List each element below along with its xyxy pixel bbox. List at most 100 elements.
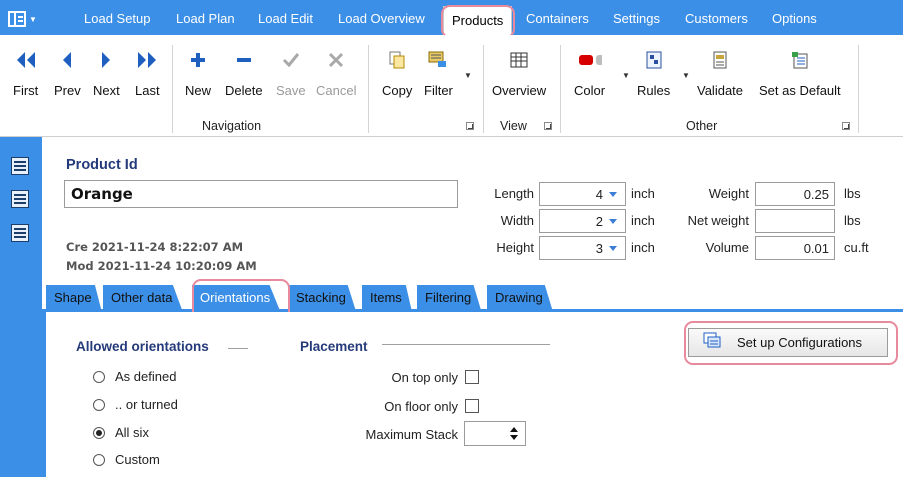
product-editor: Product Id Orange Cre 2021-11-24 8:22:07… (42, 137, 903, 477)
radio-all-six[interactable]: All six (93, 425, 149, 440)
radio-circle[interactable] (93, 370, 105, 383)
filter-icon (426, 48, 450, 72)
tab-options[interactable]: Options (772, 11, 817, 26)
net-weight-label: Net weight (687, 213, 749, 228)
radio-or-turned[interactable]: .. or turned (93, 397, 178, 412)
navigation-group-launcher[interactable] (466, 122, 474, 130)
radio-custom[interactable]: Custom (93, 452, 160, 467)
prev-label: Prev (54, 83, 81, 98)
filter-label: Filter (424, 83, 453, 98)
copy-icon (385, 48, 409, 72)
spin-down-icon[interactable] (510, 435, 518, 440)
radio-label: .. or turned (115, 397, 178, 412)
tab-load-edit[interactable]: Load Edit (258, 11, 313, 26)
radio-label: As defined (115, 369, 177, 384)
width-unit: inch (631, 213, 655, 228)
tab-customers[interactable]: Customers (685, 11, 748, 26)
view-group-label: View (500, 119, 527, 133)
filter-button[interactable]: Filter (424, 48, 453, 98)
on-floor-only-checkbox[interactable] (465, 399, 479, 413)
overview-label: Overview (492, 83, 547, 98)
net-weight-unit: lbs (844, 213, 861, 228)
set-as-default-label: Set as Default (759, 83, 841, 98)
chevron-down-icon[interactable] (609, 245, 617, 251)
validate-label: Validate (697, 83, 744, 98)
new-button[interactable]: New (185, 48, 211, 98)
on-top-only-checkbox[interactable] (465, 370, 479, 384)
chevron-down-icon[interactable] (609, 191, 617, 197)
overview-button[interactable]: Overview (492, 48, 546, 98)
ribbon-tab-bar: ▼ Load Setup Load Plan Load Edit Load Ov… (0, 0, 903, 35)
delete-button[interactable]: Delete (225, 48, 263, 98)
right-arrow-icon (94, 48, 118, 72)
tab-filtering[interactable]: Filtering (417, 285, 482, 311)
prev-button[interactable]: Prev (54, 48, 81, 98)
tab-products[interactable]: Products (443, 6, 513, 35)
other-group-launcher[interactable] (842, 122, 850, 130)
product-id-label: Product Id (66, 157, 138, 173)
length-field[interactable]: 4 (539, 182, 626, 206)
weight-field[interactable]: 0.25 (755, 182, 835, 206)
radio-circle-selected[interactable] (93, 426, 105, 439)
set-up-configurations-label: Set up Configurations (737, 335, 863, 350)
list-view-icon[interactable] (11, 190, 29, 208)
tab-load-overview[interactable]: Load Overview (338, 11, 425, 26)
radio-as-defined[interactable]: As defined (93, 369, 176, 384)
maximum-stack-stepper[interactable] (464, 421, 526, 446)
save-button[interactable]: Save (276, 48, 306, 98)
rules-button[interactable]: Rules (637, 48, 670, 98)
view-group-launcher[interactable] (544, 122, 552, 130)
height-field[interactable]: 3 (539, 236, 626, 260)
on-floor-only-label: On floor only (384, 399, 458, 414)
color-dropdown-icon[interactable]: ▼ (622, 71, 630, 80)
radio-circle[interactable] (93, 453, 105, 466)
tab-other-data[interactable]: Other data (103, 285, 183, 311)
product-id-input[interactable]: Orange (64, 180, 458, 208)
tab-load-plan[interactable]: Load Plan (176, 11, 235, 26)
copy-button[interactable]: Copy (382, 48, 412, 98)
length-unit: inch (631, 186, 655, 201)
tab-stacking[interactable]: Stacking (288, 285, 356, 311)
ribbon-separator (483, 45, 484, 133)
height-unit: inch (631, 240, 655, 255)
rules-dropdown-icon[interactable]: ▼ (682, 71, 690, 80)
tab-orientations[interactable]: Orientations (192, 285, 281, 311)
width-field[interactable]: 2 (539, 209, 626, 233)
delete-label: Delete (225, 83, 263, 98)
ribbon: First Prev Next Last New Delete Save Can… (0, 35, 903, 137)
left-arrow-icon (55, 48, 79, 72)
double-left-arrow-icon (14, 48, 38, 72)
cancel-button[interactable]: Cancel (316, 48, 356, 98)
validate-button[interactable]: Validate (697, 48, 743, 98)
tab-items[interactable]: Items (362, 285, 412, 311)
color-button[interactable]: Color (574, 48, 605, 98)
chevron-down-icon[interactable] (609, 218, 617, 224)
tab-containers[interactable]: Containers (526, 11, 589, 26)
volume-field[interactable]: 0.01 (755, 236, 835, 260)
allowed-orientations-divider (228, 348, 248, 349)
last-label: Last (135, 83, 160, 98)
first-button[interactable]: First (13, 48, 38, 98)
last-button[interactable]: Last (135, 48, 160, 98)
next-label: Next (93, 83, 120, 98)
checkmark-icon (279, 48, 303, 72)
image-view-icon[interactable] (11, 224, 29, 242)
set-as-default-button[interactable]: Set as Default (759, 48, 841, 98)
ribbon-separator (858, 45, 859, 133)
rules-label: Rules (637, 83, 671, 98)
copy-label: Copy (382, 83, 413, 98)
tab-drawing[interactable]: Drawing (487, 285, 553, 311)
tab-shape[interactable]: Shape (46, 285, 102, 311)
app-menu-button[interactable]: ▼ (8, 9, 48, 29)
radio-circle[interactable] (93, 398, 105, 411)
height-value: 3 (595, 240, 603, 256)
set-up-configurations-button[interactable]: Set up Configurations (688, 328, 888, 357)
tab-settings[interactable]: Settings (613, 11, 660, 26)
filter-dropdown-icon[interactable]: ▼ (464, 71, 472, 80)
spin-up-icon[interactable] (510, 427, 518, 432)
tab-load-setup[interactable]: Load Setup (84, 11, 151, 26)
allowed-orientations-header: Allowed orientations (76, 339, 209, 354)
net-weight-field[interactable] (755, 209, 835, 233)
next-button[interactable]: Next (93, 48, 120, 98)
tree-view-icon[interactable] (11, 157, 29, 175)
